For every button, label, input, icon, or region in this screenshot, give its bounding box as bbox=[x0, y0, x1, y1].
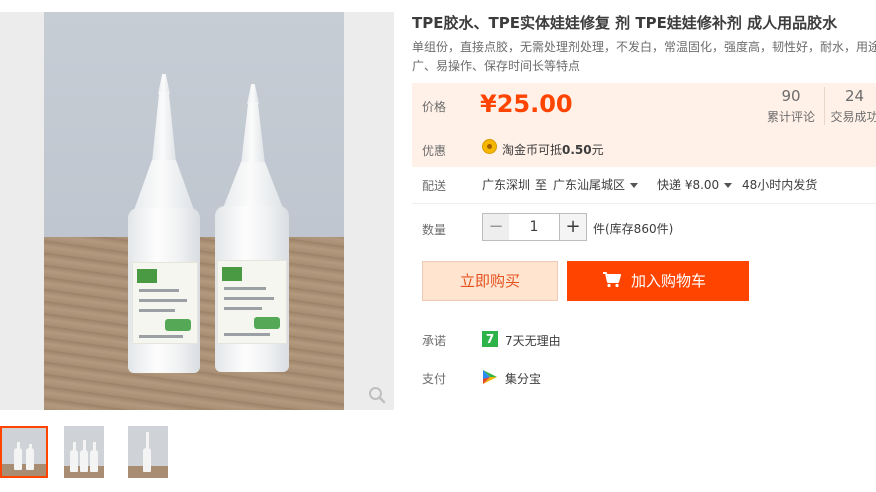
glue-bottle-right bbox=[207, 84, 297, 384]
promo-text-suffix: 元 bbox=[591, 143, 604, 157]
transaction-count-stat[interactable]: 24 交易成功 bbox=[824, 87, 876, 125]
product-title: TPE胶水、TPE实体娃娃修复 剂 TPE娃娃修补剂 成人用品胶水 bbox=[412, 14, 838, 32]
shipping-label: 配送 bbox=[422, 179, 447, 193]
promo-text-prefix: 淘金币可抵 bbox=[502, 143, 563, 157]
product-photo bbox=[44, 12, 344, 410]
ship-dispatch: 48小时内发货 bbox=[742, 178, 818, 192]
review-count-stat[interactable]: 90 累计评论 bbox=[763, 87, 819, 125]
promo-panel: 优惠 淘金币可抵0.50元 bbox=[412, 130, 876, 167]
jifenbao-icon bbox=[483, 370, 497, 384]
promo-amount: 0.50 bbox=[562, 143, 592, 157]
payment-text[interactable]: 集分宝 bbox=[505, 370, 541, 387]
promise-label: 承诺 bbox=[422, 334, 447, 348]
taojinbi-coin-icon bbox=[482, 139, 497, 154]
promo-text: 淘金币可抵0.50元 bbox=[502, 141, 604, 158]
zoom-icon[interactable] bbox=[368, 386, 386, 404]
ship-to: 至 bbox=[535, 178, 548, 192]
ship-method-select[interactable]: 快递 ¥8.00 bbox=[657, 176, 733, 193]
transaction-count-label: 交易成功 bbox=[830, 110, 876, 124]
add-to-cart-button[interactable]: 加入购物车 bbox=[567, 261, 749, 301]
ship-destination: 广东汕尾城区 bbox=[553, 178, 626, 192]
thumbnail-1[interactable] bbox=[0, 426, 48, 478]
quantity-decrease-button[interactable]: − bbox=[482, 213, 510, 241]
review-count-label: 累计评论 bbox=[766, 110, 815, 124]
payment-label: 支付 bbox=[422, 372, 447, 386]
stock-info: 件(库存860件) bbox=[593, 222, 674, 236]
ship-destination-select[interactable]: 广东汕尾城区 bbox=[553, 176, 639, 193]
seven-day-return-icon: 7 bbox=[482, 331, 498, 347]
quantity-label: 数量 bbox=[422, 223, 447, 237]
chevron-down-icon bbox=[630, 183, 639, 188]
promo-label: 优惠 bbox=[422, 144, 447, 158]
ship-origin: 广东深圳 bbox=[482, 178, 531, 192]
divider bbox=[412, 203, 876, 204]
main-product-image[interactable] bbox=[0, 12, 394, 410]
review-count: 90 bbox=[781, 87, 801, 105]
cart-icon bbox=[603, 272, 621, 288]
price-value: ¥25.00 bbox=[480, 90, 573, 118]
thumbnail-2[interactable] bbox=[64, 426, 104, 478]
quantity-increase-button[interactable]: + bbox=[559, 213, 587, 241]
buy-now-button[interactable]: 立即购买 bbox=[422, 261, 558, 301]
subtitle-line-1: 单组份，直接点胶，无需处理剂处理，不发白，常温固化，强度高，韧性好，耐水，用途 bbox=[412, 40, 876, 54]
price-label: 价格 bbox=[422, 100, 447, 114]
add-to-cart-label: 加入购物车 bbox=[631, 272, 707, 290]
promise-text[interactable]: 7天无理由 bbox=[505, 332, 561, 349]
subtitle-line-2: 广、易操作、保存时间长等特点 bbox=[412, 59, 581, 73]
glue-bottle-left bbox=[126, 74, 216, 374]
product-subtitle: 单组份，直接点胶，无需处理剂处理，不发白，常温固化，强度高，韧性好，耐水，用途 … bbox=[412, 38, 876, 76]
transaction-count: 24 bbox=[844, 87, 865, 105]
chevron-down-icon bbox=[724, 183, 733, 188]
quantity-input[interactable] bbox=[509, 213, 559, 241]
ship-method: 快递 ¥8.00 bbox=[657, 178, 720, 192]
thumbnail-3[interactable] bbox=[128, 426, 168, 478]
price-panel: 价格 ¥25.00 90 累计评论 24 交易成功 bbox=[412, 83, 876, 130]
